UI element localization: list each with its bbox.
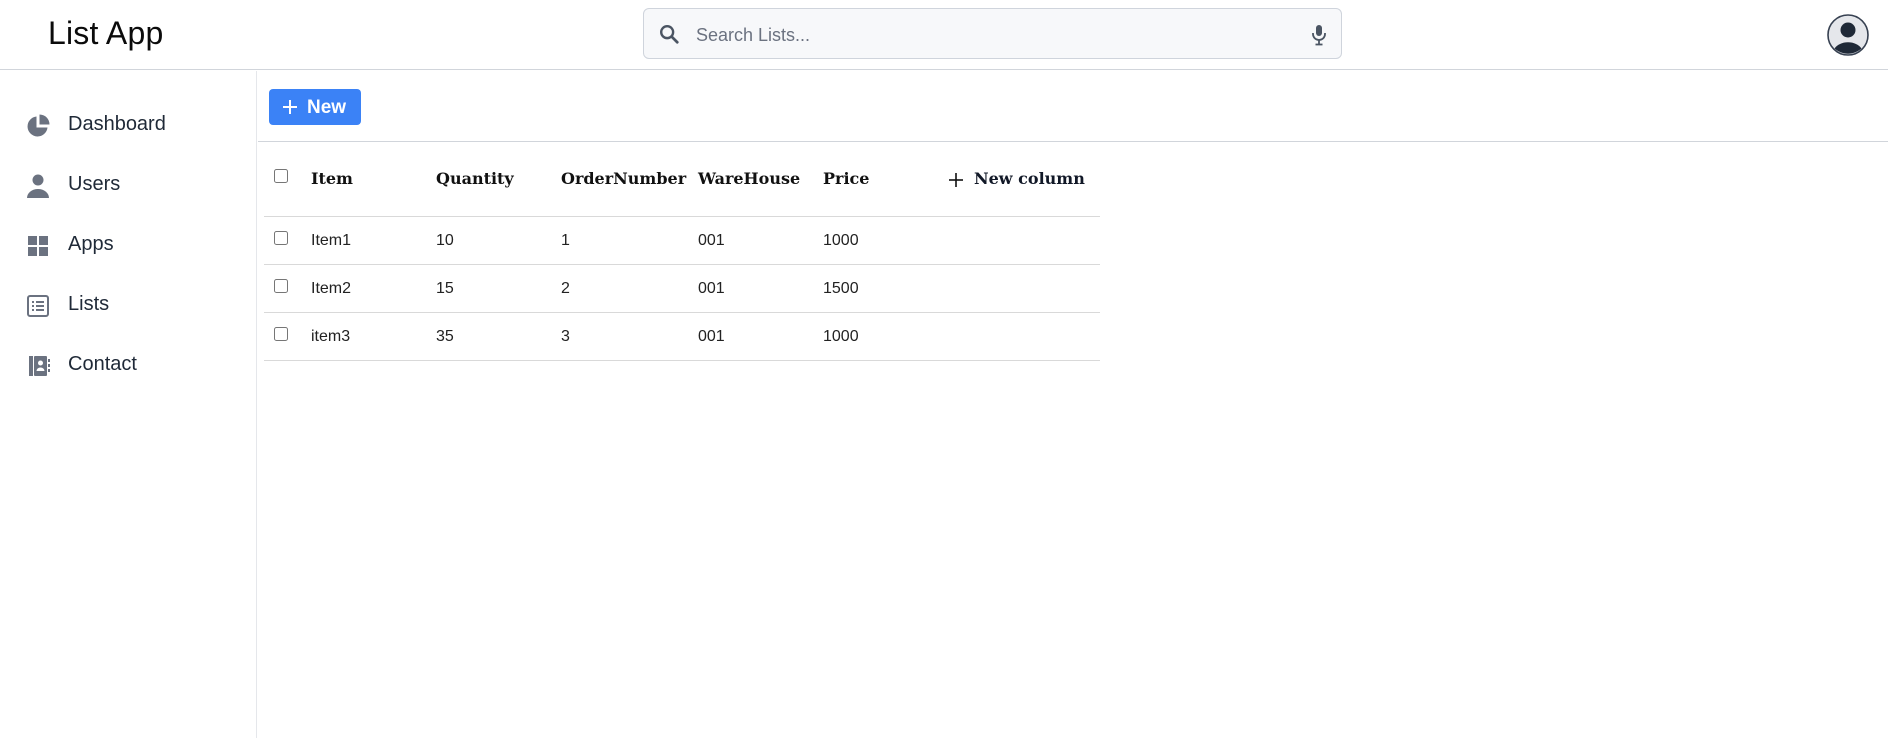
sidebar-item-label: Apps xyxy=(68,233,114,255)
sidebar-item-apps[interactable]: Apps xyxy=(0,221,256,269)
plus-icon xyxy=(282,99,298,120)
row-checkbox[interactable] xyxy=(274,327,288,341)
cell-quantity: 15 xyxy=(436,280,454,297)
cell-quantity: 35 xyxy=(436,328,454,345)
sidebar-item-contact[interactable]: Contact xyxy=(0,341,256,389)
user-icon xyxy=(25,173,51,199)
search-input[interactable] xyxy=(694,17,1298,53)
sidebar: Dashboard Users Apps Lists Contact xyxy=(0,71,257,738)
column-header-quantity[interactable]: Quantity xyxy=(436,169,514,188)
select-all-checkbox[interactable] xyxy=(274,169,288,183)
cell-ordernumber: 2 xyxy=(561,280,570,297)
table-row[interactable]: Item2 15 2 001 1500 xyxy=(264,265,1100,313)
column-header-warehouse[interactable]: WareHouse xyxy=(698,169,800,188)
new-button-label: New xyxy=(307,97,347,118)
cell-quantity: 10 xyxy=(436,232,454,249)
cell-warehouse: 001 xyxy=(698,328,725,345)
sidebar-item-label: Contact xyxy=(68,353,137,375)
column-header-item[interactable]: Item xyxy=(311,169,353,188)
microphone-icon[interactable] xyxy=(1311,24,1327,51)
row-checkbox[interactable] xyxy=(274,231,288,245)
table-row[interactable]: item3 35 3 001 1000 xyxy=(264,313,1100,361)
user-avatar[interactable] xyxy=(1827,14,1869,61)
plus-icon xyxy=(949,172,963,191)
top-bar: List App xyxy=(0,0,1888,70)
cell-warehouse: 001 xyxy=(698,232,725,249)
cell-item: Item1 xyxy=(311,232,352,249)
search-bar[interactable] xyxy=(643,8,1342,59)
sidebar-item-label: Lists xyxy=(68,293,110,315)
cell-ordernumber: 1 xyxy=(561,232,570,249)
toolbar: New xyxy=(258,71,1888,142)
cell-price: 1000 xyxy=(823,328,859,345)
new-column-label: New column xyxy=(974,169,1085,188)
column-header-ordernumber[interactable]: OrderNumber xyxy=(561,169,686,188)
cell-warehouse: 001 xyxy=(698,280,725,297)
list-icon xyxy=(25,293,51,319)
sidebar-item-dashboard[interactable]: Dashboard xyxy=(0,101,256,149)
app-title: List App xyxy=(48,15,164,51)
sidebar-item-label: Users xyxy=(68,173,121,195)
sidebar-item-lists[interactable]: Lists xyxy=(0,281,256,329)
search-icon xyxy=(658,23,680,50)
sidebar-item-users[interactable]: Users xyxy=(0,161,256,209)
data-table: Item Quantity OrderNumber WareHouse Pric… xyxy=(264,142,1100,361)
cell-item: item3 xyxy=(311,328,351,345)
cell-ordernumber: 3 xyxy=(561,328,570,345)
contact-book-icon xyxy=(25,353,51,379)
new-button[interactable]: New xyxy=(269,89,361,125)
sidebar-item-label: Dashboard xyxy=(68,113,166,135)
table-row[interactable]: Item1 10 1 001 1000 xyxy=(264,217,1100,265)
cell-price: 1000 xyxy=(823,232,859,249)
apps-grid-icon xyxy=(25,233,51,259)
cell-price: 1500 xyxy=(823,280,859,297)
column-header-price[interactable]: Price xyxy=(823,169,869,188)
cell-item: Item2 xyxy=(311,280,352,297)
pie-chart-icon xyxy=(25,113,51,139)
row-checkbox[interactable] xyxy=(274,279,288,293)
table-header-row: Item Quantity OrderNumber WareHouse Pric… xyxy=(264,142,1100,217)
